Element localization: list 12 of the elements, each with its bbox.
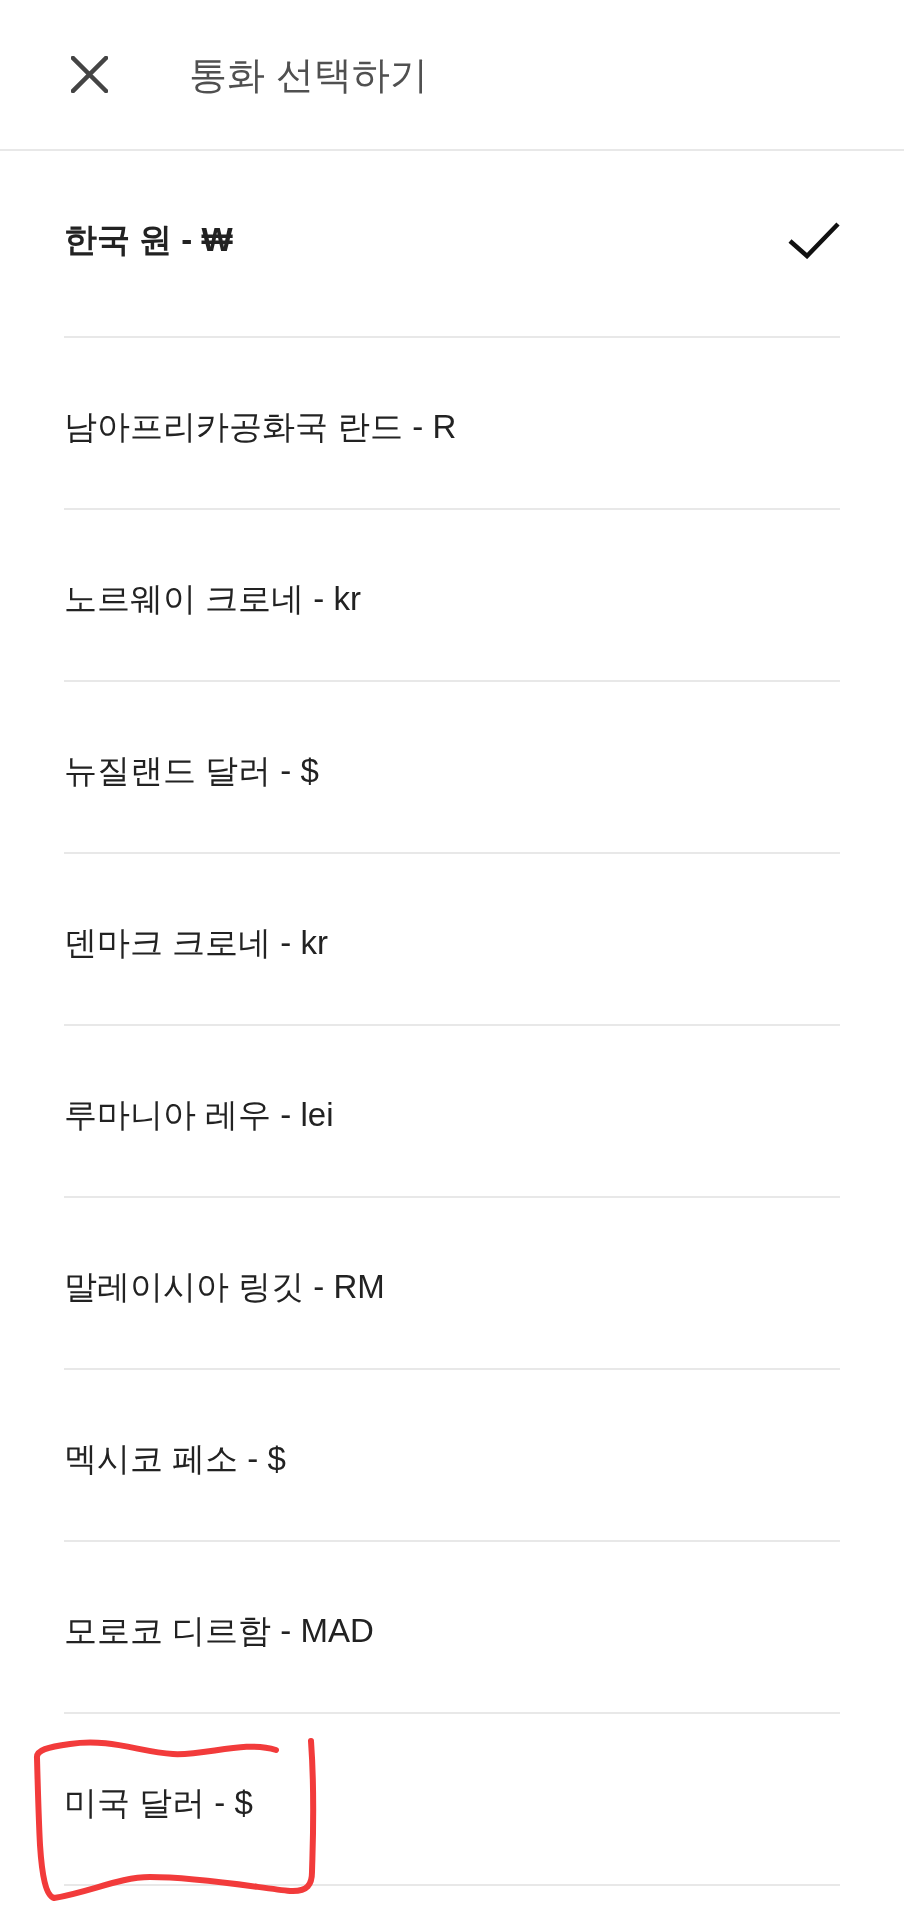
currency-option[interactable]: 말레이시아 링깃 - RM (64, 1198, 840, 1370)
currency-option[interactable]: 뉴질랜드 달러 - $ (64, 682, 840, 854)
currency-option[interactable]: 루마니아 레우 - lei (64, 1026, 840, 1198)
currency-option[interactable]: 남아프리카공화국 란드 - R (64, 338, 840, 510)
currency-option[interactable]: 덴마크 크로네 - kr (64, 854, 840, 1026)
currency-option[interactable]: 노르웨이 크로네 - kr (64, 510, 840, 682)
currency-option[interactable]: 미국 달러 - $ (64, 1714, 840, 1886)
currency-option[interactable]: 멕시코 페소 - $ (64, 1370, 840, 1542)
currency-option[interactable]: 한국 원 - ₩ (64, 151, 840, 338)
close-icon (71, 56, 108, 93)
page-title: 통화 선택하기 (189, 55, 428, 94)
currency-option[interactable]: 모로코 디르함 - MAD (64, 1542, 840, 1714)
